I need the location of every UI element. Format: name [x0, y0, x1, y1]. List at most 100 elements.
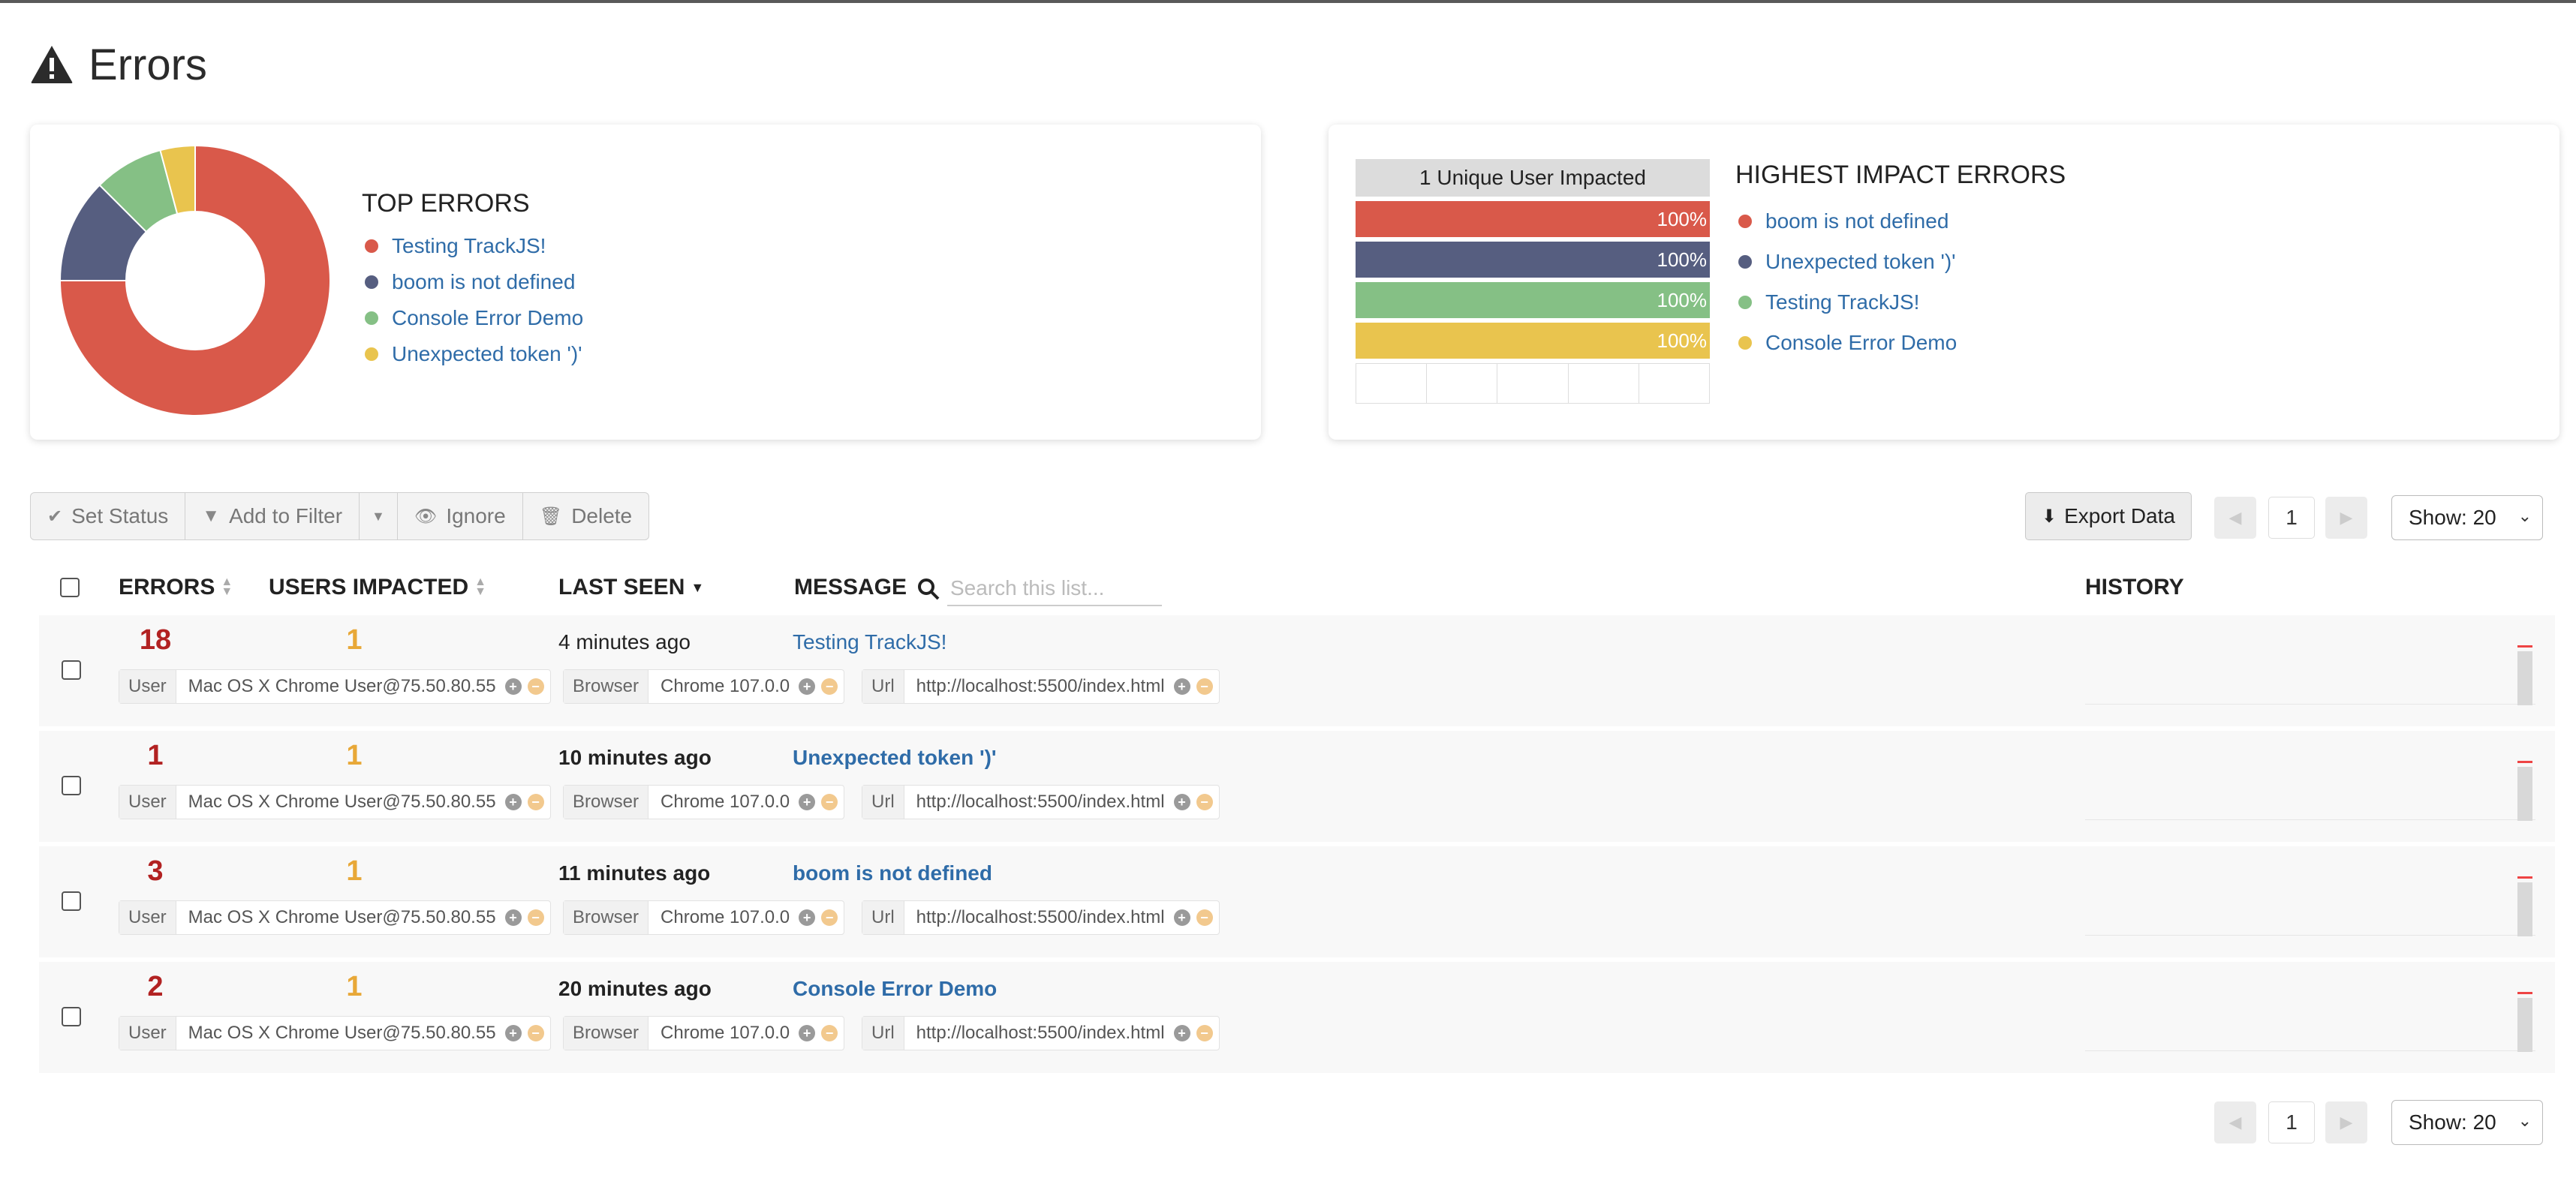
impact-bar: 100%: [1356, 323, 1710, 359]
tag-key: User: [119, 1017, 176, 1050]
impact-bar: 100%: [1356, 201, 1710, 237]
users-impacted-count: 1: [346, 855, 363, 887]
chevron-down-icon: ⌄: [2517, 506, 2532, 525]
add-filter-icon[interactable]: +: [799, 1025, 816, 1041]
set-status-button[interactable]: ✔ Set Status: [31, 493, 186, 539]
select-all-checkbox[interactable]: [60, 578, 80, 597]
page-size-select[interactable]: Show: 20 ⌄: [2391, 495, 2543, 540]
exclude-filter-icon[interactable]: −: [527, 794, 544, 810]
row-checkbox[interactable]: [62, 891, 81, 911]
exclude-filter-icon[interactable]: −: [1196, 1025, 1213, 1041]
add-filter-icon[interactable]: +: [504, 909, 522, 926]
legend-item[interactable]: Unexpected token ')': [1738, 242, 1957, 282]
error-message-link[interactable]: boom is not defined: [793, 861, 992, 885]
exclude-filter-icon[interactable]: −: [527, 909, 544, 926]
exclude-filter-icon[interactable]: −: [821, 909, 838, 926]
last-seen: 4 minutes ago: [558, 630, 691, 654]
legend-item[interactable]: Testing TrackJS!: [1738, 282, 1957, 323]
exclude-filter-icon[interactable]: −: [1196, 794, 1213, 810]
last-seen: 20 minutes ago: [558, 977, 712, 1000]
history-marker: [2517, 645, 2532, 648]
caret-down-icon: ▼: [372, 508, 385, 524]
legend-label: Testing TrackJS!: [1765, 290, 1920, 314]
sort-icon: ▲ ▼: [474, 575, 486, 598]
ignore-label: Ignore: [446, 504, 506, 527]
filter-dropdown-toggle[interactable]: ▼: [360, 493, 398, 539]
legend-item[interactable]: Console Error Demo: [365, 300, 583, 336]
add-filter-icon[interactable]: +: [1173, 1025, 1190, 1041]
impact-bar-chart: 1 Unique User Impacted 100% 100% 100% 10…: [1356, 159, 1710, 405]
legend-item[interactable]: boom is not defined: [1738, 201, 1957, 242]
footer-prev-page-button[interactable]: ◀: [2214, 1101, 2256, 1143]
add-filter-icon[interactable]: +: [504, 1025, 522, 1041]
footer-current-page[interactable]: 1: [2268, 1101, 2315, 1143]
tag-value: http://localhost:5500/index.html: [916, 792, 1165, 812]
ignore-button[interactable]: 👁 Ignore: [398, 493, 523, 539]
row-checkbox[interactable]: [62, 660, 81, 680]
table-row[interactable]: 3 1 11 minutes ago boom is not defined U…: [39, 846, 2555, 957]
top-errors-legend: Testing TrackJS! boom is not defined Con…: [365, 228, 583, 372]
search-icon: [918, 578, 940, 600]
top-errors-donut-chart: [59, 144, 331, 416]
error-message-link[interactable]: Testing TrackJS!: [793, 630, 946, 654]
prev-page-button[interactable]: ◀: [2214, 497, 2256, 539]
row-checkbox[interactable]: [62, 776, 81, 795]
impact-bar: 100%: [1356, 282, 1710, 318]
row-checkbox[interactable]: [62, 1007, 81, 1026]
history-sparkline-bar: [2517, 998, 2532, 1052]
legend-item[interactable]: boom is not defined: [365, 264, 583, 300]
exclude-filter-icon[interactable]: −: [821, 1025, 838, 1041]
errors-column-header[interactable]: ERRORS ▲ ▼: [119, 575, 233, 600]
add-filter-icon[interactable]: +: [799, 909, 816, 926]
current-page[interactable]: 1: [2268, 497, 2315, 539]
exclude-filter-icon[interactable]: −: [1196, 909, 1213, 926]
legend-item[interactable]: Console Error Demo: [1738, 323, 1957, 363]
add-filter-icon[interactable]: +: [504, 678, 522, 695]
delete-button[interactable]: 🗑 Delete: [523, 493, 649, 539]
page-size-value: Show: 20: [2409, 1110, 2496, 1134]
search-input[interactable]: [947, 572, 1162, 606]
url-tag: Url http://localhost:5500/index.html + −: [862, 1016, 1220, 1050]
tag-value: http://localhost:5500/index.html: [916, 1023, 1165, 1043]
history-sparkline-bar: [2517, 882, 2532, 936]
add-filter-icon[interactable]: +: [1173, 794, 1190, 810]
legend-label: Console Error Demo: [1765, 331, 1958, 354]
legend-item[interactable]: Testing TrackJS!: [365, 228, 583, 264]
footer-page-size-select[interactable]: Show: 20 ⌄: [2391, 1100, 2543, 1145]
exclude-filter-icon[interactable]: −: [821, 794, 838, 810]
next-page-button[interactable]: ▶: [2325, 497, 2367, 539]
bulk-actions-toolbar: ✔ Set Status ▼ Add to Filter ▼ 👁 Ignore 🗑 De…: [30, 492, 650, 540]
add-filter-icon[interactable]: +: [799, 678, 816, 695]
add-filter-icon[interactable]: +: [1173, 678, 1190, 695]
tag-key: Url: [862, 670, 904, 703]
table-row[interactable]: 1 1 10 minutes ago Unexpected token ')' …: [39, 731, 2555, 842]
tag-value: Chrome 107.0.0: [661, 792, 790, 812]
bar-label: 100%: [1657, 329, 1708, 352]
add-filter-icon[interactable]: +: [504, 794, 522, 810]
table-row[interactable]: 18 1 4 minutes ago Testing TrackJS! User…: [39, 615, 2555, 726]
add-filter-icon[interactable]: +: [1173, 909, 1190, 926]
url-tag: Url http://localhost:5500/index.html + −: [862, 900, 1220, 935]
error-message-link[interactable]: Console Error Demo: [793, 977, 997, 1001]
add-filter-icon[interactable]: +: [799, 794, 816, 810]
last-seen-column-header[interactable]: LAST SEEN ▼: [558, 575, 704, 600]
legend-dot: [365, 275, 378, 289]
error-message-link[interactable]: Unexpected token ')': [793, 746, 997, 770]
footer-next-page-button[interactable]: ▶: [2325, 1101, 2367, 1143]
exclude-filter-icon[interactable]: −: [527, 678, 544, 695]
export-data-button[interactable]: ⬇ Export Data: [2025, 492, 2192, 540]
exclude-filter-icon[interactable]: −: [821, 678, 838, 695]
exclude-filter-icon[interactable]: −: [527, 1025, 544, 1041]
message-column-header: MESSAGE: [794, 575, 907, 600]
exclude-filter-icon[interactable]: −: [1196, 678, 1213, 695]
legend-item[interactable]: Unexpected token ')': [365, 336, 583, 372]
tag-value: http://localhost:5500/index.html: [916, 907, 1165, 927]
history-column-label: HISTORY: [2085, 575, 2184, 600]
users-impacted-column-header[interactable]: USERS IMPACTED ▲ ▼: [269, 575, 486, 600]
bar-label: 100%: [1657, 248, 1708, 271]
last-seen: 11 minutes ago: [558, 861, 711, 885]
add-to-filter-button[interactable]: ▼ Add to Filter: [185, 493, 360, 539]
table-row[interactable]: 2 1 20 minutes ago Console Error Demo Us…: [39, 962, 2555, 1073]
error-count: 18: [139, 624, 172, 656]
chevron-left-icon: ◀: [2228, 1113, 2242, 1131]
